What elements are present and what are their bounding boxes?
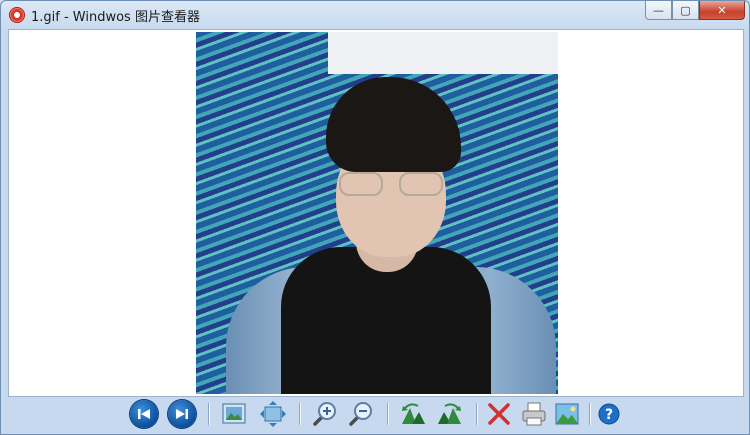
printer-icon bbox=[522, 402, 546, 426]
maximize-button[interactable]: ▢ bbox=[672, 1, 699, 20]
delete-button[interactable] bbox=[485, 400, 513, 428]
help-icon: ? bbox=[598, 403, 620, 425]
skip-back-icon bbox=[138, 409, 150, 419]
window-title: 1.gif - Windwos 图片查看器 bbox=[31, 10, 200, 25]
toolbar-separator bbox=[387, 403, 389, 425]
displayed-photo bbox=[196, 32, 558, 394]
actual-size-button[interactable] bbox=[259, 400, 287, 428]
rotate-right-icon bbox=[438, 403, 461, 424]
minimize-button[interactable]: — bbox=[645, 1, 672, 20]
zoom-in-icon bbox=[313, 402, 336, 426]
next-button[interactable] bbox=[168, 400, 196, 428]
toolbar-separator bbox=[208, 403, 210, 425]
zoom-in-button[interactable] bbox=[311, 400, 339, 428]
zoom-out-button[interactable] bbox=[347, 400, 375, 428]
fit-to-window-button[interactable] bbox=[220, 400, 248, 428]
title-bar[interactable]: 1.gif - Windwos 图片查看器 — ▢ ✕ bbox=[1, 1, 749, 29]
picture-icon bbox=[555, 403, 579, 425]
rotate-left-icon bbox=[402, 403, 425, 424]
toolbar-separator bbox=[476, 403, 478, 425]
image-viewer-window: 1.gif - Windwos 图片查看器 — ▢ ✕ ? bbox=[0, 0, 750, 435]
print-button[interactable] bbox=[520, 400, 548, 428]
zoom-out-icon bbox=[349, 402, 372, 426]
toolbar-separator bbox=[299, 403, 301, 425]
toolbar-separator bbox=[589, 403, 591, 425]
image-display-area bbox=[8, 29, 744, 397]
app-eye-icon[interactable] bbox=[9, 7, 25, 23]
rotate-right-button[interactable] bbox=[436, 400, 464, 428]
set-wallpaper-button[interactable] bbox=[553, 400, 581, 428]
actual-size-icon bbox=[260, 401, 286, 427]
help-button[interactable]: ? bbox=[595, 400, 623, 428]
delete-icon bbox=[488, 403, 510, 425]
rotate-left-button[interactable] bbox=[399, 400, 427, 428]
fit-window-icon bbox=[222, 403, 246, 424]
close-button[interactable]: ✕ bbox=[699, 1, 745, 20]
viewer-toolbar: ? bbox=[1, 395, 749, 434]
svg-text:?: ? bbox=[605, 407, 613, 423]
previous-button[interactable] bbox=[130, 400, 158, 428]
window-controls: — ▢ ✕ bbox=[645, 1, 745, 21]
skip-forward-icon bbox=[176, 409, 188, 419]
